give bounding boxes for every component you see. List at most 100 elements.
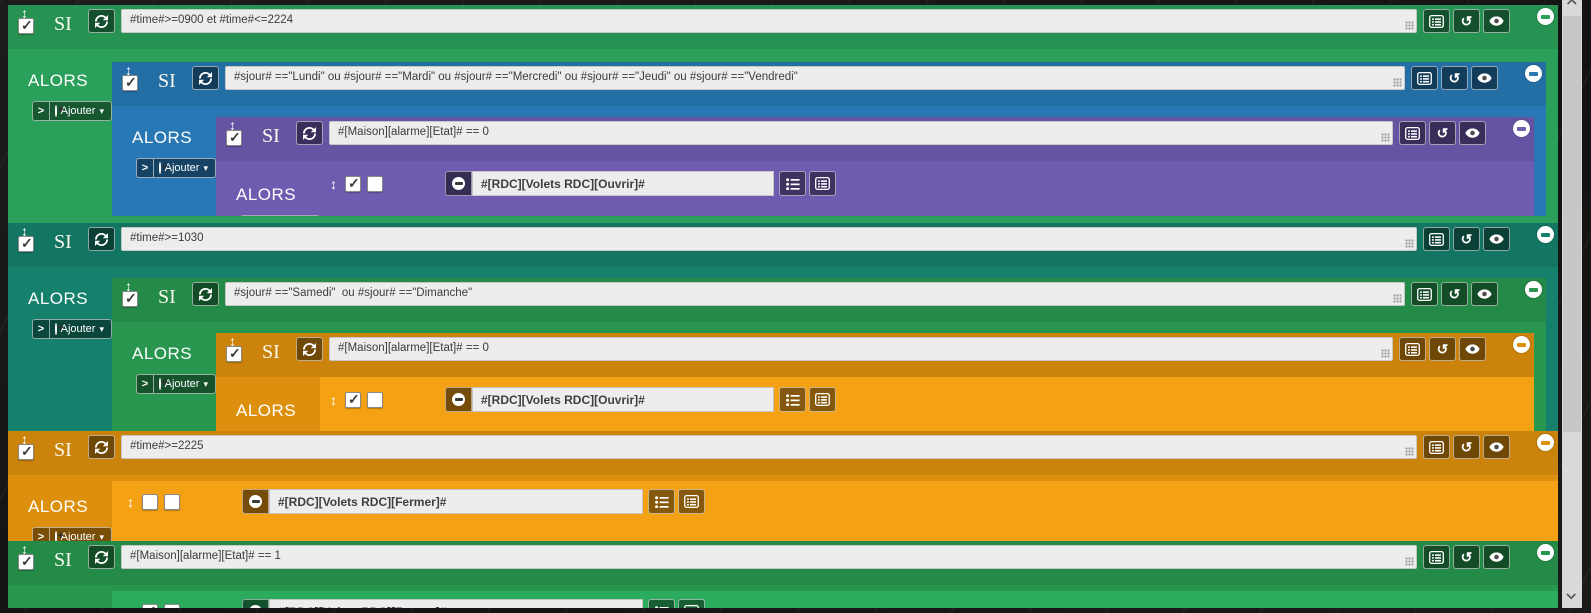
- select-command-button[interactable]: [1411, 66, 1438, 90]
- refresh-button[interactable]: [88, 545, 115, 569]
- select-command-button[interactable]: [678, 599, 705, 608]
- refresh-button[interactable]: [88, 9, 115, 33]
- test-expression-button[interactable]: [1471, 282, 1498, 306]
- command-options-button[interactable]: [779, 387, 806, 412]
- condition-input[interactable]: #time#>=2225: [121, 435, 1417, 459]
- history-button[interactable]: ↺: [1429, 121, 1456, 145]
- select-command-button[interactable]: [809, 387, 836, 412]
- select-command-button[interactable]: [678, 489, 705, 514]
- collapse-button[interactable]: >: [32, 101, 50, 121]
- drag-handle-icon[interactable]: ↕: [330, 176, 337, 192]
- select-command-button[interactable]: [1411, 282, 1438, 306]
- refresh-button[interactable]: [88, 435, 115, 459]
- refresh-button[interactable]: [88, 227, 115, 251]
- select-command-button[interactable]: [1423, 227, 1450, 251]
- select-command-button[interactable]: [1423, 545, 1450, 569]
- collapse-button[interactable]: >: [32, 319, 50, 339]
- remove-block-button[interactable]: [1525, 65, 1542, 82]
- history-button[interactable]: ↺: [1453, 227, 1480, 251]
- drag-handle-icon[interactable]: ↕: [127, 604, 134, 609]
- action-background-checkbox[interactable]: [367, 175, 383, 192]
- select-command-button[interactable]: [1423, 435, 1450, 459]
- select-command-button[interactable]: [1423, 9, 1450, 33]
- test-expression-button[interactable]: [1459, 337, 1486, 361]
- remove-block-button[interactable]: [1525, 281, 1542, 298]
- action-command-input[interactable]: #[RDC][Volets RDC][Ouvrir]#: [472, 171, 774, 196]
- refresh-button[interactable]: [192, 66, 219, 90]
- action-background-checkbox[interactable]: [367, 391, 383, 408]
- history-button[interactable]: ↺: [1441, 282, 1468, 306]
- collapse-button[interactable]: >: [240, 215, 258, 216]
- block-enabled-checkbox[interactable]: [18, 235, 34, 252]
- condition-input[interactable]: #sjour# =="Samedi" ou #sjour# =="Dimanch…: [225, 282, 1405, 306]
- action-background-checkbox[interactable]: [164, 603, 180, 608]
- condition-input[interactable]: #time#>=0900 et #time#<=2224: [121, 9, 1417, 33]
- collapse-button[interactable]: >: [32, 527, 50, 541]
- action-enabled-checkbox[interactable]: [345, 175, 361, 192]
- command-options-button[interactable]: [648, 599, 675, 608]
- vertical-scrollbar[interactable]: [1562, 0, 1582, 608]
- action-background-checkbox[interactable]: [164, 493, 180, 510]
- remove-action-button[interactable]: [445, 171, 472, 196]
- command-options-button[interactable]: [779, 171, 806, 196]
- refresh-button[interactable]: [296, 337, 323, 361]
- command-options-button[interactable]: [648, 489, 675, 514]
- block-enabled-checkbox[interactable]: [18, 17, 34, 34]
- ajouter-button[interactable]: Ajouter▾: [50, 101, 112, 121]
- scrollbar-thumb[interactable]: [1563, 16, 1581, 432]
- condition-input[interactable]: #time#>=1030: [121, 227, 1417, 251]
- history-button[interactable]: ↺: [1429, 337, 1456, 361]
- block-enabled-checkbox[interactable]: [122, 74, 138, 91]
- refresh-button[interactable]: [192, 282, 219, 306]
- collapse-button[interactable]: >: [136, 158, 154, 178]
- remove-block-button[interactable]: [1513, 120, 1530, 137]
- drag-handle-icon[interactable]: ↕: [127, 494, 134, 510]
- select-command-button[interactable]: [1399, 337, 1426, 361]
- action-enabled-checkbox[interactable]: [142, 603, 158, 608]
- action-enabled-checkbox[interactable]: [142, 493, 158, 510]
- action-enabled-checkbox[interactable]: [345, 391, 361, 408]
- block-enabled-checkbox[interactable]: [226, 345, 242, 362]
- refresh-button[interactable]: [296, 121, 323, 145]
- remove-action-button[interactable]: [242, 489, 269, 514]
- remove-block-button[interactable]: [1537, 8, 1554, 25]
- history-button[interactable]: ↺: [1441, 66, 1468, 90]
- condition-input[interactable]: #[Maison][alarme][Etat]# == 0: [329, 337, 1393, 361]
- remove-block-button[interactable]: [1537, 434, 1554, 451]
- remove-block-button[interactable]: [1513, 336, 1530, 353]
- select-command-button[interactable]: [1399, 121, 1426, 145]
- block-enabled-checkbox[interactable]: [18, 443, 34, 460]
- action-command-input[interactable]: #[RDC][Volets RDC][Fermer]#: [269, 489, 643, 514]
- test-expression-button[interactable]: [1459, 121, 1486, 145]
- block-enabled-checkbox[interactable]: [18, 553, 34, 570]
- ajouter-button[interactable]: Ajouter▾: [50, 527, 112, 541]
- test-expression-button[interactable]: [1483, 227, 1510, 251]
- condition-input[interactable]: #sjour# =="Lundi" ou #sjour# =="Mardi" o…: [225, 66, 1405, 90]
- history-button[interactable]: ↺: [1453, 9, 1480, 33]
- action-command-input[interactable]: #[RDC][Volets RDC][Ouvrir]#: [472, 387, 774, 412]
- select-command-button[interactable]: [809, 171, 836, 196]
- remove-block-button[interactable]: [1537, 544, 1554, 561]
- block-enabled-checkbox[interactable]: [226, 129, 242, 146]
- collapse-button[interactable]: >: [136, 374, 154, 394]
- condition-input[interactable]: #[Maison][alarme][Etat]# == 0: [329, 121, 1393, 145]
- ajouter-button[interactable]: Ajouter▾: [154, 158, 216, 178]
- remove-action-button[interactable]: [242, 599, 269, 608]
- remove-action-button[interactable]: [445, 387, 472, 412]
- action-command-input[interactable]: #[RDC][Volets RDC][Fermer]#: [269, 599, 643, 608]
- block-enabled-checkbox[interactable]: [122, 290, 138, 307]
- scroll-down-icon[interactable]: [1566, 593, 1577, 600]
- remove-block-button[interactable]: [1537, 226, 1554, 243]
- test-expression-button[interactable]: [1471, 66, 1498, 90]
- ajouter-button[interactable]: Ajouter▾: [50, 319, 112, 339]
- ajouter-button[interactable]: Ajouter▾: [154, 374, 216, 394]
- test-expression-button[interactable]: [1483, 435, 1510, 459]
- ajouter-button[interactable]: Ajouter▾: [258, 215, 320, 216]
- scroll-up-icon[interactable]: [1566, 0, 1577, 5]
- test-expression-button[interactable]: [1483, 545, 1510, 569]
- history-button[interactable]: ↺: [1453, 545, 1480, 569]
- test-expression-button[interactable]: [1483, 9, 1510, 33]
- drag-handle-icon[interactable]: ↕: [330, 392, 337, 408]
- history-button[interactable]: ↺: [1453, 435, 1480, 459]
- condition-input[interactable]: #[Maison][alarme][Etat]# == 1: [121, 545, 1417, 569]
